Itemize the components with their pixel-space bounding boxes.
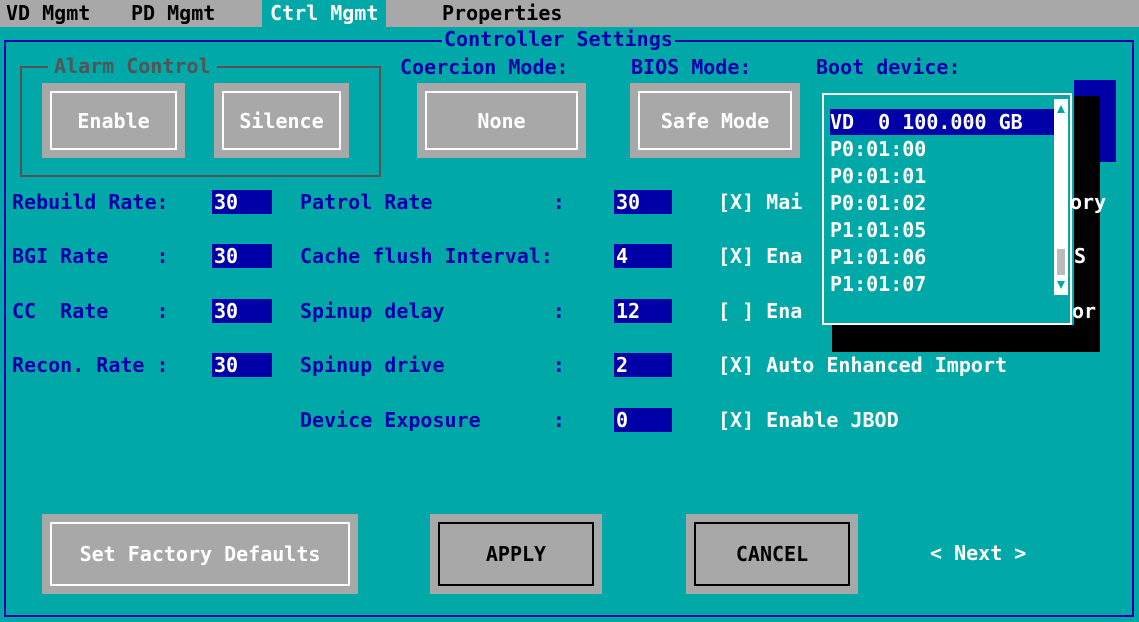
next-button[interactable]: < Next > — [930, 541, 1026, 565]
spinup-delay-field[interactable]: 12 — [614, 299, 672, 323]
cache-flush-field[interactable]: 4 — [614, 244, 672, 268]
patrol-rate-label: Patrol Rate : — [300, 190, 565, 214]
dropdown-scrollbar[interactable] — [1054, 99, 1068, 295]
bios-mode-value: Safe Mode — [638, 91, 792, 150]
checkbox-maintain[interactable]: [X] Mai — [718, 190, 802, 214]
bgi-rate-field[interactable]: 30 — [212, 244, 272, 268]
rebuild-rate-field[interactable]: 30 — [212, 190, 272, 214]
rebuild-rate-label: Rebuild Rate: — [12, 190, 169, 214]
coercion-mode-value: None — [425, 91, 578, 150]
boot-option-vd0[interactable]: VD 0 100.000 GB — [830, 109, 1058, 135]
device-exposure-label: Device Exposure : — [300, 408, 565, 432]
boot-device-dropdown[interactable]: VD 0 100.000 GB P0:01:00 P0:01:01 P0:01:… — [822, 93, 1072, 325]
boot-option-p1-01-07[interactable]: P1:01:07 — [830, 271, 926, 297]
cc-rate-label: CC Rate : — [12, 299, 169, 323]
cache-flush-label: Cache flush Interval: — [300, 244, 553, 268]
boot-option-p0-01-01[interactable]: P0:01:01 — [830, 163, 926, 189]
tab-ctrl-mgmt[interactable]: Ctrl Mgmt — [262, 0, 387, 27]
cancel-button[interactable]: CANCEL — [686, 514, 858, 594]
apply-button[interactable]: APPLY — [430, 514, 602, 594]
spinup-delay-label: Spinup delay : — [300, 299, 565, 323]
alarm-control-title: Alarm Control — [48, 54, 217, 78]
boot-option-p1-01-06[interactable]: P1:01:06 — [830, 244, 926, 270]
tab-pd-mgmt[interactable]: PD Mgmt — [131, 0, 215, 27]
cc-rate-field[interactable]: 30 — [212, 299, 272, 323]
dropdown-shadow-bottom — [832, 325, 1100, 352]
checkbox-enable-2-tail: or — [1072, 299, 1097, 323]
bgi-rate-label: BGI Rate : — [12, 244, 169, 268]
recon-rate-field[interactable]: 30 — [212, 353, 272, 377]
set-factory-defaults-label: Set Factory Defaults — [50, 522, 350, 586]
boot-device-label: Boot device: — [816, 55, 961, 79]
menu-bar: VD Mgmt PD Mgmt Ctrl Mgmt Properties — [0, 0, 1139, 27]
apply-label: APPLY — [438, 522, 594, 586]
alarm-silence-button[interactable]: Silence — [214, 83, 349, 158]
checkbox-auto-enhanced-import[interactable]: [X] Auto Enhanced Import — [718, 353, 1007, 377]
recon-rate-label: Recon. Rate : — [12, 353, 169, 377]
checkbox-maintain-tail: ory — [1070, 190, 1107, 214]
patrol-rate-field[interactable]: 30 — [614, 190, 672, 214]
scrollbar-arrows-icon — [1057, 105, 1065, 289]
boot-option-p1-01-05[interactable]: P1:01:05 — [830, 217, 926, 243]
cancel-label: CANCEL — [694, 522, 850, 586]
alarm-silence-label: Silence — [222, 91, 341, 150]
boot-option-p0-01-00[interactable]: P0:01:00 — [830, 136, 926, 162]
alarm-enable-button[interactable]: Enable — [42, 83, 185, 158]
spinup-drive-label: Spinup drive : — [300, 353, 565, 377]
spinup-drive-field[interactable]: 2 — [614, 353, 672, 377]
checkbox-enable-jbod[interactable]: [X] Enable JBOD — [718, 408, 899, 432]
alarm-enable-label: Enable — [50, 91, 177, 150]
tab-properties[interactable]: Properties — [442, 0, 562, 27]
tab-vd-mgmt[interactable]: VD Mgmt — [6, 0, 90, 27]
bios-mode-button[interactable]: Safe Mode — [630, 83, 800, 158]
checkbox-enable-2[interactable]: [ ] Ena — [718, 299, 802, 323]
bios-mode-label: BIOS Mode: — [631, 55, 752, 79]
boot-device-select-shadow — [1074, 96, 1100, 146]
section-title: Controller Settings — [442, 27, 675, 51]
device-exposure-field[interactable]: 0 — [614, 408, 672, 432]
checkbox-enable-1[interactable]: [X] Ena — [718, 244, 802, 268]
coercion-mode-button[interactable]: None — [417, 83, 586, 158]
checkbox-enable-1-tail: S — [1074, 244, 1087, 268]
set-factory-defaults-button[interactable]: Set Factory Defaults — [42, 514, 358, 594]
coercion-mode-label: Coercion Mode: — [400, 55, 569, 79]
boot-option-p0-01-02[interactable]: P0:01:02 — [830, 190, 926, 216]
